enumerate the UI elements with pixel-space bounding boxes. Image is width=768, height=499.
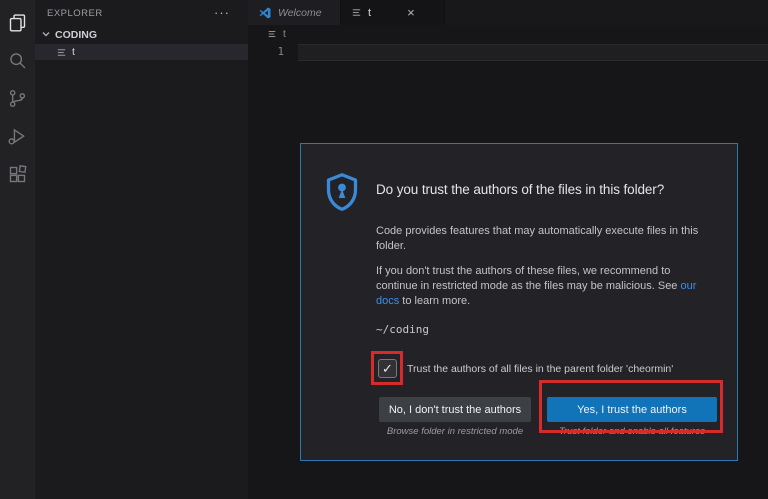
line-number: 1	[277, 46, 284, 58]
source-control-icon	[7, 88, 28, 114]
folder-section-coding[interactable]: CODING	[35, 26, 248, 44]
search-activity-button[interactable]	[0, 44, 35, 82]
file-icon	[351, 7, 362, 18]
no-button-caption: Browse folder in restricted mode	[386, 426, 524, 437]
tab-file-label: t	[368, 6, 372, 19]
run-debug-activity-button[interactable]	[0, 120, 35, 158]
yes-trust-button[interactable]: Yes, I trust the authors	[547, 397, 717, 422]
tab-file-t[interactable]: t ×	[341, 0, 445, 25]
run-debug-icon	[7, 126, 28, 152]
more-actions-icon[interactable]: ···	[214, 6, 230, 19]
dialog-title: Do you trust the authors of the files in…	[376, 182, 665, 197]
files-icon	[7, 12, 28, 38]
close-icon[interactable]: ×	[407, 6, 415, 19]
tab-bar: Welcome t ×	[248, 0, 768, 25]
file-row-t[interactable]: t	[35, 44, 248, 60]
folder-path: ~/coding	[376, 323, 429, 336]
trust-parent-checkbox-label: Trust the authors of all files in the pa…	[407, 362, 674, 375]
explorer-sidebar: EXPLORER ··· CODING t	[35, 0, 248, 499]
dialog-paragraph-2: If you don't trust the authors of these …	[376, 265, 697, 307]
extensions-icon	[7, 164, 28, 190]
no-trust-button[interactable]: No, I don't trust the authors	[379, 397, 531, 422]
explorer-title: EXPLORER	[47, 7, 103, 19]
yes-button-caption: Trust folder and enable all features	[558, 426, 706, 437]
dialog-paragraph-1: Code provides features that may automati…	[376, 225, 699, 252]
vscode-window: EXPLORER ··· CODING t Welcome t × t 1 Do…	[0, 0, 768, 499]
search-icon	[7, 50, 28, 76]
breadcrumb-file: t	[283, 29, 286, 40]
vscode-logo-icon	[258, 6, 272, 20]
file-icon	[56, 47, 67, 58]
file-icon	[267, 29, 278, 40]
folder-section-label: CODING	[55, 29, 97, 41]
tab-welcome-label: Welcome	[278, 6, 322, 19]
trust-parent-checkbox[interactable]: ✓	[378, 359, 397, 378]
workspace-trust-dialog: Do you trust the authors of the files in…	[300, 143, 738, 461]
chevron-down-icon	[41, 29, 51, 42]
shield-lock-icon	[324, 172, 360, 212]
activity-bar	[0, 0, 35, 499]
explorer-header: EXPLORER ···	[35, 0, 248, 26]
explorer-activity-button[interactable]	[0, 6, 35, 44]
current-line-highlight	[298, 44, 768, 61]
dialog-body: Code provides features that may automati…	[376, 224, 700, 337]
file-label: t	[72, 46, 75, 58]
breadcrumb[interactable]: t	[248, 25, 768, 44]
trust-parent-checkbox-row: ✓ Trust the authors of all files in the …	[378, 359, 673, 378]
extensions-activity-button[interactable]	[0, 158, 35, 196]
source-control-activity-button[interactable]	[0, 82, 35, 120]
tab-welcome[interactable]: Welcome	[248, 0, 341, 25]
